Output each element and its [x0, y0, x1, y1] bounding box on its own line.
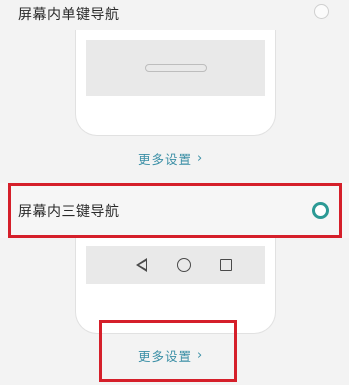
navigation-bar-preview	[86, 40, 265, 96]
phone-preview-single-key	[75, 30, 276, 136]
navigation-settings-screen: 屏幕内单键导航 更多设置 › 屏幕内三键导航 更多设置 ›	[0, 0, 349, 385]
option-single-key-nav[interactable]: 屏幕内单键导航	[0, 0, 349, 28]
pill-nav-icon	[144, 64, 207, 72]
chevron-right-icon: ›	[197, 151, 204, 166]
home-circle-icon	[177, 258, 191, 272]
more-settings-label: 更多设置	[138, 349, 193, 364]
radio-single-key[interactable]	[314, 4, 329, 19]
navigation-bar-preview	[86, 246, 265, 284]
option-three-key-nav[interactable]: 屏幕内三键导航	[0, 183, 349, 238]
back-triangle-icon	[136, 258, 147, 272]
option-label-three-key: 屏幕内三键导航	[18, 203, 120, 220]
recent-square-icon	[220, 259, 232, 271]
more-settings-link-three[interactable]: 更多设置 ›	[138, 346, 203, 365]
chevron-right-icon: ›	[197, 348, 204, 363]
phone-preview-three-key	[75, 238, 276, 334]
radio-three-key[interactable]	[312, 201, 329, 219]
more-settings-link-single[interactable]: 更多设置 ›	[138, 149, 203, 168]
more-settings-label: 更多设置	[138, 152, 193, 167]
option-label-single-key: 屏幕内单键导航	[18, 7, 120, 23]
